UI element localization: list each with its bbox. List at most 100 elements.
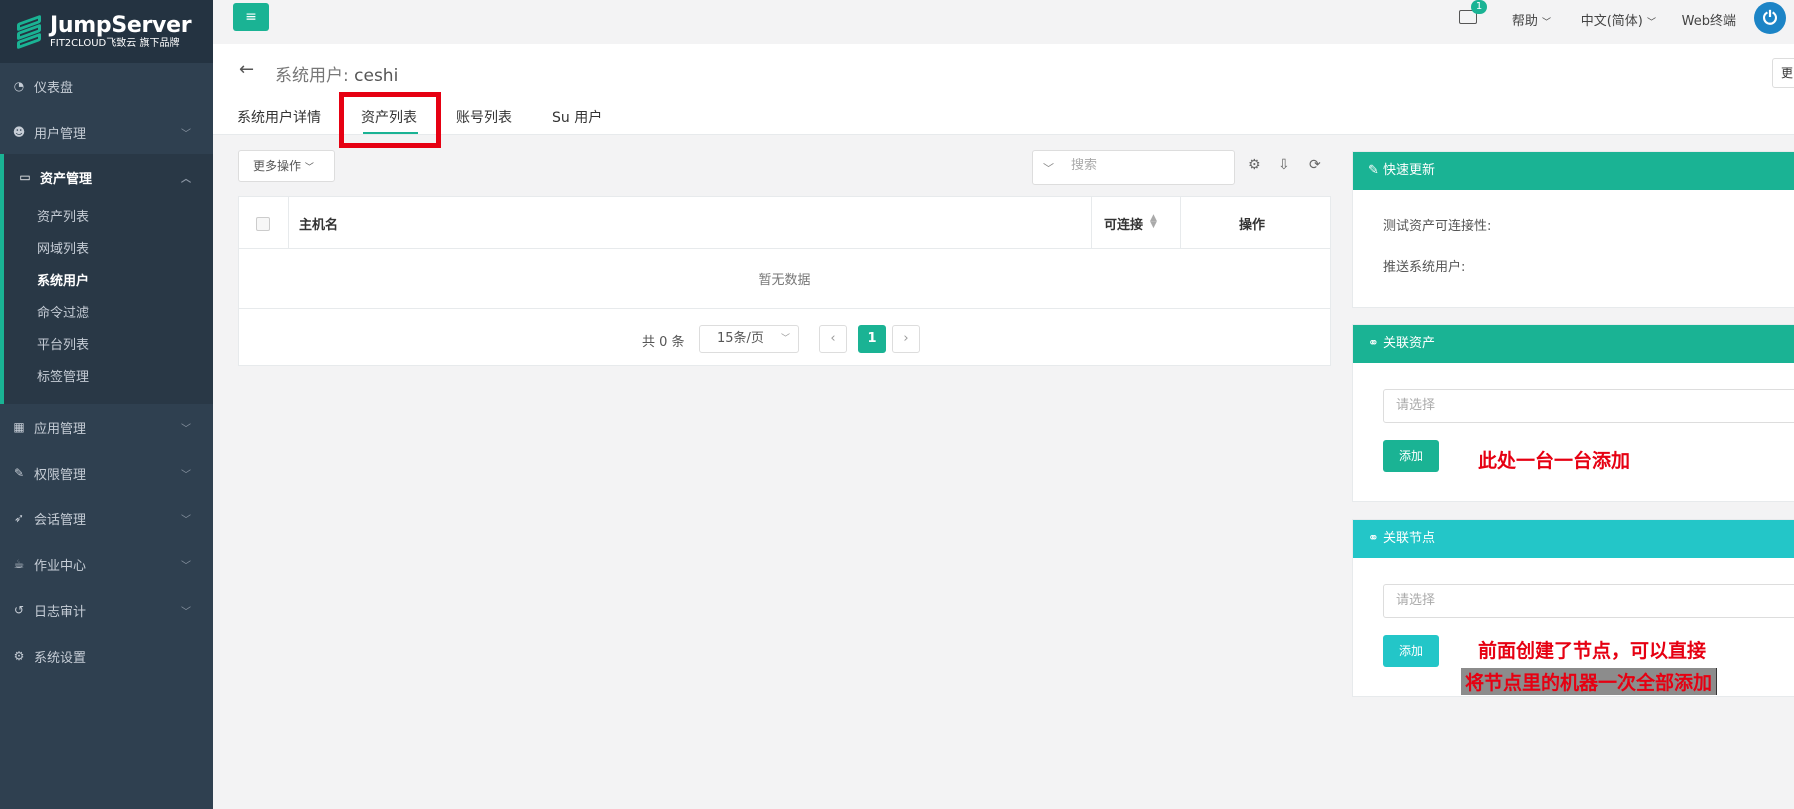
language-label: 中文(简体): [1580, 14, 1643, 29]
logo-title: JumpServer: [50, 12, 192, 38]
submenu-platform-list[interactable]: 平台列表: [37, 334, 89, 353]
edit-icon: ✎: [1368, 163, 1379, 178]
chevron-down-icon: ﹀: [181, 423, 191, 435]
refresh-icon[interactable]: ⟳: [1309, 157, 1321, 173]
related-nodes-header: ⚭ 关联节点: [1353, 520, 1794, 558]
related-assets-panel: ⚭ 关联资产 请选择 添加 此处一台一台添加: [1352, 324, 1794, 502]
chevron-down-icon: ﹀: [181, 514, 191, 526]
add-asset-button[interactable]: 添加: [1383, 440, 1439, 472]
logo-subtitle: FIT2CLOUD飞致云 旗下品牌: [50, 37, 180, 49]
related-nodes-panel: ⚭ 关联节点 请选择 添加 前面创建了节点，可以直接 将节点里的机器一次全部添加: [1352, 519, 1794, 697]
column-connectivity[interactable]: 可连接: [1104, 214, 1143, 233]
sidebar-item-jobs[interactable]: ☕ 作业中心 ﹀: [0, 541, 213, 587]
annotation-nodes-line1: 前面创建了节点，可以直接: [1478, 640, 1707, 662]
submenu-domain-list[interactable]: 网域列表: [37, 238, 89, 257]
chevron-down-icon: ﹀: [181, 128, 191, 140]
mail-count-badge: 1: [1471, 0, 1487, 14]
chevron-down-icon: ﹀: [304, 163, 314, 173]
help-menu[interactable]: 帮助 ﹀: [1512, 10, 1551, 29]
select-all-checkbox[interactable]: [256, 217, 270, 231]
asset-table: 主机名 可连接 ▲ ▼ 操作 暂无数据 共 0 条 15条/页 ﹀ ‹ 1 ›: [238, 196, 1331, 366]
annotation-assets: 此处一台一台添加: [1478, 450, 1631, 472]
back-arrow-icon[interactable]: ←: [239, 59, 254, 80]
chevron-down-icon: ﹀: [1646, 18, 1656, 28]
sidebar-item-label: 权限管理: [34, 467, 87, 483]
language-menu[interactable]: 中文(简体) ﹀: [1581, 10, 1656, 29]
sidebar-item-permissions[interactable]: ✎ 权限管理 ﹀: [0, 450, 213, 496]
logo[interactable]: JumpServer FIT2CLOUD飞致云 旗下品牌: [0, 0, 213, 63]
related-assets-title: 关联资产: [1383, 336, 1436, 351]
more-actions-label: 更多操作: [253, 159, 302, 173]
sidebar: JumpServer FIT2CLOUD飞致云 旗下品牌 ◔ 仪表盘 ☻ 用户管…: [0, 0, 213, 809]
annotation-nodes-line2: 将节点里的机器一次全部添加: [1461, 668, 1718, 695]
total-count: 共 0 条: [642, 335, 685, 350]
topbar: ≡ 1 帮助 ﹀ 中文(简体) ﹀ Web终端 ⏻: [213, 0, 1794, 44]
sidebar-item-label: 仪表盘: [34, 80, 74, 96]
sidebar-item-dashboard[interactable]: ◔ 仪表盘: [0, 63, 213, 109]
inbox-icon: ▭: [19, 170, 31, 184]
related-nodes-title: 关联节点: [1383, 531, 1436, 546]
sidebar-item-label: 会话管理: [34, 512, 87, 528]
power-icon[interactable]: ⏻: [1754, 2, 1786, 34]
page-title-prefix: 系统用户:: [275, 66, 349, 86]
coffee-icon: ☕: [13, 557, 25, 571]
sidebar-item-assets[interactable]: ▭ 资产管理 ︿: [0, 154, 213, 200]
quick-update-panel: ✎ 快速更新 测试资产可连接性: 推送系统用户:: [1352, 151, 1794, 308]
tab-system-user-detail[interactable]: 系统用户详情: [237, 107, 321, 127]
submenu-system-user[interactable]: 系统用户: [37, 270, 89, 289]
page-size-label: 15条/页: [717, 331, 764, 346]
related-assets-header: ⚭ 关联资产: [1353, 325, 1794, 363]
help-label: 帮助: [1511, 14, 1538, 29]
submenu-label-manage[interactable]: 标签管理: [37, 366, 89, 385]
search-input[interactable]: [1071, 158, 1221, 173]
web-terminal-link[interactable]: Web终端: [1682, 10, 1736, 29]
settings-icon[interactable]: ⚙: [1248, 157, 1261, 173]
next-page-button[interactable]: ›: [892, 325, 920, 353]
sidebar-item-label: 系统设置: [34, 650, 87, 666]
cogs-icon: ⚙: [13, 649, 25, 663]
link-icon: ⚭: [1368, 336, 1379, 351]
table-header: 主机名 可连接 ▲ ▼ 操作: [239, 197, 1330, 249]
sidebar-item-users[interactable]: ☻ 用户管理 ﹀: [0, 109, 213, 155]
highlight-box: [339, 92, 441, 148]
chevron-down-icon: ﹀: [181, 469, 191, 481]
sidebar-item-settings[interactable]: ⚙ 系统设置: [0, 633, 213, 679]
add-node-button[interactable]: 添加: [1383, 635, 1439, 667]
push-system-user-label: 推送系统用户:: [1383, 260, 1466, 275]
chevron-down-icon: ﹀: [181, 606, 191, 618]
sort-icon[interactable]: ▲ ▼: [1150, 214, 1157, 230]
submenu-asset-list[interactable]: 资产列表: [37, 206, 89, 225]
users-icon: ☻: [12, 125, 26, 139]
column-hostname[interactable]: 主机名: [299, 214, 338, 233]
toggle-sidebar-button[interactable]: ≡: [233, 3, 269, 31]
history-icon: ↺: [13, 603, 25, 617]
download-icon[interactable]: ⇩: [1278, 157, 1290, 173]
link-icon: ⚭: [1368, 531, 1379, 546]
page-title-name: ceshi: [354, 66, 399, 86]
page-1-button[interactable]: 1: [858, 325, 886, 353]
search-box[interactable]: ﹀: [1032, 150, 1235, 185]
submenu-command-filter[interactable]: 命令过滤: [37, 302, 89, 321]
rocket-icon: ➶: [13, 511, 25, 525]
tab-su-user[interactable]: Su 用户: [552, 107, 602, 127]
page-size-select[interactable]: 15条/页 ﹀: [699, 325, 799, 353]
sidebar-item-sessions[interactable]: ➶ 会话管理 ﹀: [0, 495, 213, 541]
chevron-down-icon: ﹀: [1043, 162, 1054, 175]
sidebar-item-audit[interactable]: ↺ 日志审计 ﹀: [0, 587, 213, 633]
sidebar-item-label: 日志审计: [34, 604, 87, 620]
grid-icon: ▦: [13, 420, 25, 434]
jumpserver-logo-icon: [14, 14, 44, 49]
sidebar-item-label: 作业中心: [34, 558, 87, 574]
prev-page-button[interactable]: ‹: [819, 325, 847, 353]
sidebar-item-applications[interactable]: ▦ 应用管理 ﹀: [0, 404, 213, 450]
column-actions: 操作: [1239, 218, 1266, 233]
more-actions-button[interactable]: 更多操作 ﹀: [238, 150, 335, 182]
chevron-down-icon: ﹀: [780, 334, 790, 344]
empty-text: 暂无数据: [758, 273, 811, 288]
quick-update-title: 快速更新: [1383, 163, 1436, 178]
dashboard-icon: ◔: [13, 79, 25, 93]
asset-select[interactable]: 请选择: [1383, 389, 1794, 423]
node-select[interactable]: 请选择: [1383, 584, 1794, 618]
header-right-button[interactable]: 更: [1772, 58, 1794, 88]
tab-account-list[interactable]: 账号列表: [456, 107, 512, 127]
